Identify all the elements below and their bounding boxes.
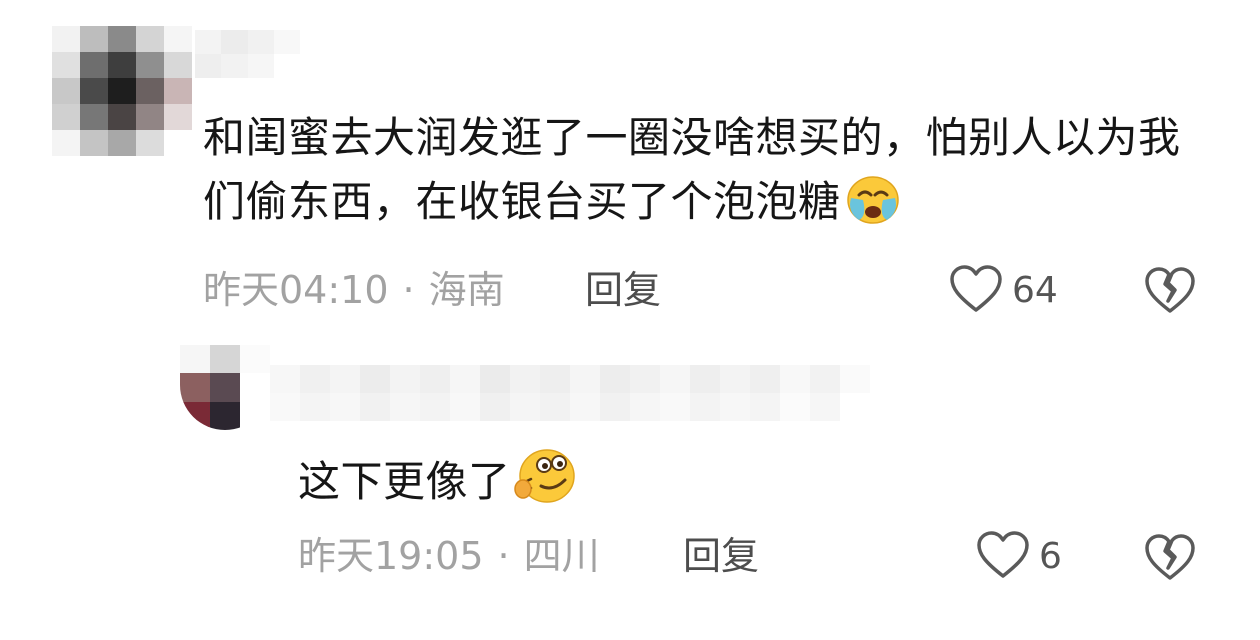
location: 海南	[428, 268, 505, 312]
timestamp: 昨天04:10	[203, 268, 389, 312]
heart-outline-icon	[948, 264, 1004, 318]
timestamp: 昨天19:05	[298, 534, 484, 578]
dislike-button[interactable]	[1143, 532, 1197, 586]
like-button[interactable]: 6	[975, 530, 1062, 584]
separator-dot: ·	[497, 534, 510, 578]
location: 四川	[523, 534, 600, 578]
reply-button[interactable]: 回复	[683, 532, 759, 580]
username[interactable]	[195, 30, 300, 78]
like-count: 64	[1012, 270, 1058, 311]
avatar[interactable]	[52, 26, 192, 156]
broken-heart-icon	[1143, 534, 1197, 586]
comment-text: 和闺蜜去大润发逛了一圈没啥想买的，怕别人以为我们偷东西，在收银台买了个泡泡糖	[203, 106, 1213, 244]
comment-body: 和闺蜜去大润发逛了一圈没啥想买的，怕别人以为我们偷东西，在收银台买了个泡泡糖	[203, 113, 1181, 226]
heart-outline-icon	[975, 530, 1031, 584]
like-button[interactable]: 64	[948, 264, 1058, 318]
comment-body: 这下更像了	[298, 457, 511, 506]
broken-heart-icon	[1143, 267, 1197, 319]
reply-button[interactable]: 回复	[585, 266, 661, 314]
separator-dot: ·	[402, 268, 415, 312]
avatar[interactable]	[180, 345, 270, 430]
comment-meta: 昨天04:10 · 海南	[203, 266, 505, 314]
loudly-crying-face-emoji	[843, 174, 903, 244]
comment-text: 这下更像了	[298, 444, 577, 524]
username[interactable]	[270, 365, 870, 421]
dislike-button[interactable]	[1143, 265, 1197, 319]
comment-meta: 昨天19:05 · 四川	[298, 532, 600, 580]
woozy-drooling-face-emoji	[513, 444, 577, 524]
like-count: 6	[1039, 536, 1062, 577]
